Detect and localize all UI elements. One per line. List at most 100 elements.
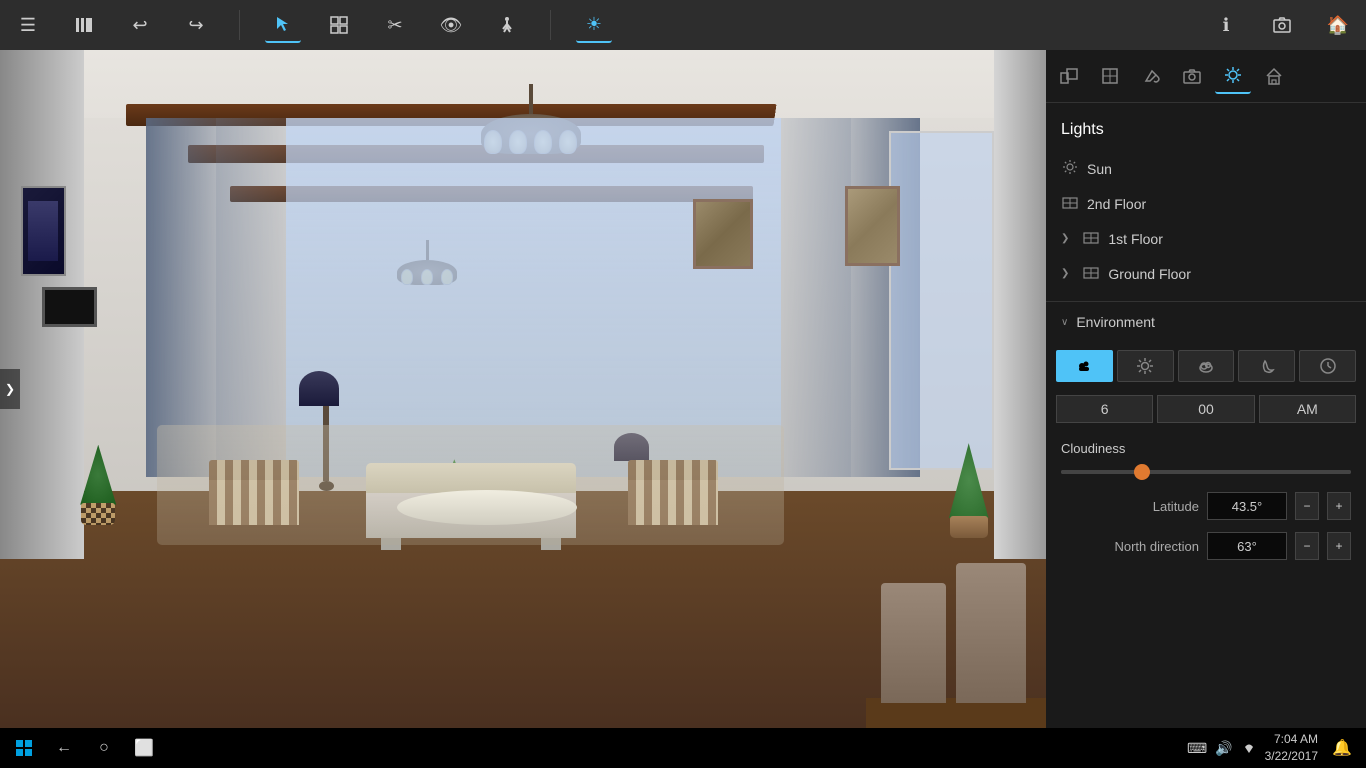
scene: ❯	[0, 50, 1046, 728]
time-inputs: 6 00 AM	[1046, 390, 1366, 433]
light-item-ground-floor[interactable]: ❯ Ground Floor	[1046, 256, 1366, 291]
tv-screen	[42, 287, 97, 327]
ground-floor-expand-icon: ❯	[1061, 268, 1069, 279]
task-view-btn[interactable]: ⬜	[128, 732, 160, 764]
environment-section: ∨ Environment	[1046, 301, 1366, 566]
keyboard-icon[interactable]: ⌨	[1187, 740, 1207, 757]
home-panel-icon[interactable]	[1256, 58, 1292, 94]
1st-floor-expand-icon: ❯	[1061, 233, 1069, 244]
sun-toolbar-icon[interactable]: ☀	[576, 7, 612, 43]
window-area	[146, 118, 920, 477]
notification-btn[interactable]: 🔔	[1326, 732, 1358, 764]
cloudiness-row: Cloudiness	[1046, 433, 1366, 486]
ground-floor-icon	[1082, 264, 1100, 283]
light-item-1st-floor[interactable]: ❯ 1st Floor	[1046, 221, 1366, 256]
1st-floor-icon	[1082, 229, 1100, 248]
latitude-row: Latitude 43.5° − +	[1046, 486, 1366, 526]
time-period[interactable]: AM	[1259, 395, 1356, 423]
weather-btn-night[interactable]	[1238, 350, 1295, 382]
panel-toolbar	[1046, 50, 1366, 103]
network-icon[interactable]	[1241, 739, 1257, 758]
objects-panel-icon[interactable]	[1051, 58, 1087, 94]
north-direction-minus-btn[interactable]: −	[1295, 532, 1319, 560]
scissors-icon[interactable]: ✂	[377, 7, 413, 43]
dining-chair-2	[956, 563, 1026, 703]
painting-1	[693, 199, 753, 269]
side-nav-left[interactable]: ❯	[0, 369, 20, 409]
floor-plan-icon[interactable]	[1092, 58, 1128, 94]
dining-table-area	[846, 548, 1046, 728]
toolbar-separator-2	[550, 10, 551, 40]
rug	[157, 425, 785, 545]
weather-btn-cloudy[interactable]	[1178, 350, 1235, 382]
north-direction-label: North direction	[1061, 539, 1199, 554]
main-area: ❯	[0, 50, 1366, 728]
dining-chair-1	[881, 583, 946, 703]
2nd-floor-icon	[1061, 194, 1079, 213]
light-item-sun[interactable]: Sun	[1046, 151, 1366, 186]
undo-icon[interactable]: ↩	[122, 7, 158, 43]
clock-date: 3/22/2017	[1265, 748, 1318, 765]
viewport[interactable]: ❯	[0, 50, 1046, 728]
info-icon[interactable]: ℹ	[1208, 7, 1244, 43]
cloudiness-slider[interactable]	[1061, 470, 1351, 474]
north-direction-value[interactable]: 63°	[1207, 532, 1287, 560]
chandelier-pole	[529, 84, 533, 114]
latitude-plus-btn[interactable]: +	[1327, 492, 1351, 520]
cloudiness-track	[1061, 470, 1351, 474]
lights-panel-icon[interactable]	[1215, 58, 1251, 94]
sun-item-label: Sun	[1087, 161, 1112, 177]
system-tray: ⌨ 🔊	[1187, 739, 1257, 758]
wall-right	[994, 50, 1046, 559]
weather-btn-clock[interactable]	[1299, 350, 1356, 382]
light-item-2nd-floor[interactable]: 2nd Floor	[1046, 186, 1366, 221]
back-taskbar-btn[interactable]: ←	[48, 732, 80, 764]
home-icon[interactable]: 🏠	[1320, 7, 1356, 43]
painting-2	[845, 186, 900, 266]
environment-chevron: ∨	[1061, 317, 1068, 328]
top-toolbar: ☰ ↩ ↪ ✂ 👁 ☀ ℹ 🏠	[0, 0, 1366, 50]
weather-btn-partly-cloudy[interactable]	[1056, 350, 1113, 382]
volume-icon[interactable]: 🔊	[1215, 740, 1232, 757]
objects-icon[interactable]	[321, 7, 357, 43]
latitude-label: Latitude	[1061, 499, 1199, 514]
time-minutes[interactable]: 00	[1157, 395, 1254, 423]
environment-title: Environment	[1076, 314, 1155, 330]
eye-icon[interactable]: 👁	[433, 7, 469, 43]
panel-content: Lights Sun 2nd Floor ❯	[1046, 103, 1366, 728]
2nd-floor-label: 2nd Floor	[1087, 196, 1146, 212]
wall-art-left	[21, 186, 66, 276]
cloudiness-thumb[interactable]	[1134, 464, 1150, 480]
1st-floor-label: 1st Floor	[1108, 231, 1162, 247]
latitude-value[interactable]: 43.5°	[1207, 492, 1287, 520]
hamburger-menu-icon[interactable]: ☰	[10, 7, 46, 43]
north-direction-row: North direction 63° − +	[1046, 526, 1366, 566]
coffee-table	[397, 490, 577, 525]
weather-buttons	[1046, 342, 1366, 390]
right-window	[889, 131, 994, 470]
start-button[interactable]	[8, 732, 40, 764]
walk-icon[interactable]	[489, 7, 525, 43]
latitude-minus-btn[interactable]: −	[1295, 492, 1319, 520]
plant-potted-left	[73, 435, 123, 525]
camera-panel-icon[interactable]	[1174, 58, 1210, 94]
plant-right	[944, 438, 994, 538]
library-icon[interactable]	[66, 7, 102, 43]
taskbar: ← ○ ⬜ ⌨ 🔊 7:04 AM 3/22/2017 🔔	[0, 728, 1366, 768]
north-direction-plus-btn[interactable]: +	[1327, 532, 1351, 560]
cloudiness-label: Cloudiness	[1061, 441, 1351, 456]
weather-btn-sunny[interactable]	[1117, 350, 1174, 382]
select-icon[interactable]	[265, 7, 301, 43]
screenshot-icon[interactable]	[1264, 7, 1300, 43]
search-btn[interactable]: ○	[88, 732, 120, 764]
clock: 7:04 AM 3/22/2017	[1265, 731, 1318, 765]
lights-section-title: Lights	[1046, 113, 1366, 151]
paint-icon[interactable]	[1133, 58, 1169, 94]
environment-header[interactable]: ∨ Environment	[1046, 302, 1366, 342]
sun-item-icon	[1061, 159, 1079, 178]
redo-icon[interactable]: ↪	[178, 7, 214, 43]
ground-floor-label: Ground Floor	[1108, 266, 1190, 282]
right-panel: Lights Sun 2nd Floor ❯	[1046, 50, 1366, 728]
clock-time: 7:04 AM	[1265, 731, 1318, 748]
time-hours[interactable]: 6	[1056, 395, 1153, 423]
